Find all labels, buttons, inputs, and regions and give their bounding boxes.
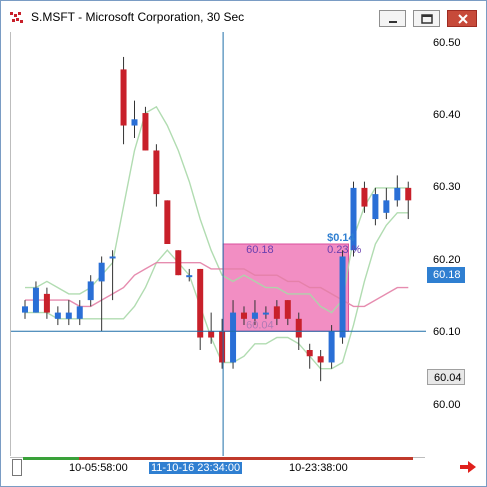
candle-body — [208, 331, 215, 338]
candle-body — [153, 150, 160, 195]
crosshair-price-tag: 60.04 — [427, 369, 465, 385]
candle-body — [295, 318, 302, 338]
current-price-tag: 60.18 — [427, 267, 465, 283]
chart-window: S.MSFT - Microsoft Corporation, 30 Sec 6… — [0, 0, 487, 487]
x-tick-label: 10-23:38:00 — [289, 462, 348, 474]
restore-icon — [421, 14, 433, 24]
candle-body — [22, 306, 28, 313]
candle-body — [131, 119, 138, 126]
candle-body — [164, 200, 171, 244]
scroll-range-red — [79, 457, 413, 460]
y-tick-label: 60.40 — [433, 109, 461, 121]
candle-body — [361, 187, 368, 207]
candle-body — [175, 250, 182, 276]
y-tick-label: 60.30 — [433, 181, 461, 193]
chart-app-icon — [10, 12, 23, 23]
candle-body — [372, 194, 379, 220]
measure-percent-label: 0.23 % — [327, 244, 361, 256]
candle-body — [76, 306, 83, 319]
measure-low-label: 60.04 — [246, 319, 274, 331]
candle-body — [262, 312, 269, 315]
candle-body — [273, 306, 280, 319]
candle-body — [284, 300, 291, 319]
candle-body — [98, 262, 105, 282]
measure-high-label: 60.18 — [246, 244, 274, 256]
candle-body — [120, 69, 127, 126]
candle-body — [230, 312, 237, 363]
candle-body — [186, 275, 193, 278]
candle-body — [317, 356, 324, 363]
candle-body — [394, 187, 401, 201]
chart-plot-area[interactable]: 60.18 60.04 $0.14 0.23 % — [10, 32, 426, 456]
close-button[interactable] — [447, 10, 477, 27]
window-title: S.MSFT - Microsoft Corporation, 30 Sec — [31, 10, 245, 24]
candle-body — [219, 331, 226, 363]
measure-change-label: $0.14 — [327, 232, 355, 244]
candle-body — [87, 281, 94, 301]
title-bar[interactable]: S.MSFT - Microsoft Corporation, 30 Sec — [1, 1, 486, 32]
candle-body — [251, 312, 258, 319]
candle-body — [328, 331, 335, 363]
candle-body — [383, 200, 390, 213]
x-tick-label: 10-05:58:00 — [69, 462, 128, 474]
candle-body — [43, 293, 50, 313]
candle-body — [197, 268, 204, 338]
candle-body — [109, 256, 116, 259]
candle-body — [405, 187, 412, 201]
time-scroll-handle[interactable] — [12, 459, 22, 476]
candle-body — [339, 256, 346, 338]
scroll-range-green — [23, 457, 79, 460]
minimize-icon — [389, 21, 397, 23]
candle-body — [32, 287, 39, 313]
candle-body — [54, 312, 61, 319]
close-icon — [458, 14, 468, 24]
y-tick-label: 60.00 — [433, 399, 461, 411]
restore-button[interactable] — [413, 10, 440, 27]
candle-body — [306, 350, 313, 357]
y-tick-label: 60.50 — [433, 37, 461, 49]
candle-body — [241, 312, 247, 319]
y-tick-label: 60.10 — [433, 326, 461, 338]
candle-body — [142, 113, 149, 151]
price-chart[interactable]: 60.18 60.04 $0.140.23 % — [11, 32, 426, 456]
minimize-button[interactable] — [379, 10, 406, 27]
y-tick-label: 60.20 — [433, 254, 461, 266]
scroll-right-arrow-icon[interactable] — [459, 460, 477, 474]
candle-body — [65, 312, 72, 319]
moving-average-line — [25, 262, 409, 308]
x-crosshair-time-label: 11-10-16 23:34:00 — [149, 462, 243, 474]
